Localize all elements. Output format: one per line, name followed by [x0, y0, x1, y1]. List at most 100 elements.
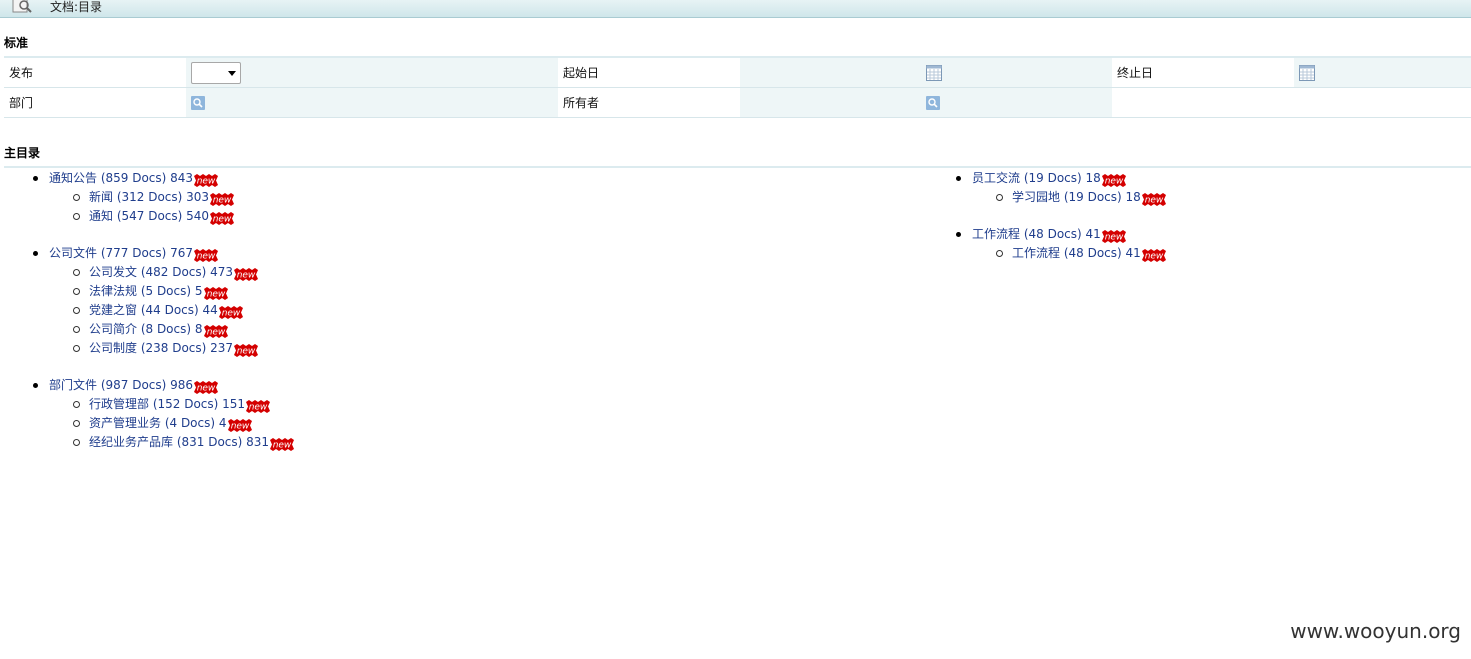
directory-category: 公司文件 (777 Docs) 767 new 公司发文 (482 Docs) 47…: [0, 244, 294, 358]
end-date-cell: [1294, 58, 1471, 88]
publish-select[interactable]: [191, 61, 241, 84]
subcategory-link[interactable]: 公司简介 (8 Docs) 8: [89, 322, 203, 336]
department-label: 部门: [4, 87, 186, 118]
circle-bullet-icon: [996, 250, 1003, 257]
circle-bullet-icon: [73, 401, 80, 408]
circle-bullet-icon: [73, 326, 80, 333]
subcategory-row: 党建之窗 (44 Docs) 44 new: [0, 301, 294, 320]
directory-category: 通知公告 (859 Docs) 843 new 新闻 (312 Docs) 303 n…: [0, 169, 294, 226]
subcategory-row: 公司简介 (8 Docs) 8 new: [0, 320, 294, 339]
new-badge-icon: new: [194, 174, 219, 187]
bullet-icon: [33, 383, 38, 388]
new-badge-text: new: [221, 309, 240, 319]
empty-cell: [1294, 87, 1471, 118]
new-badge-icon: new: [1101, 174, 1126, 187]
search-icon[interactable]: [926, 95, 940, 110]
start-date-label: 起始日: [558, 58, 740, 88]
end-date-label: 终止日: [1112, 58, 1294, 88]
subcategory-row: 通知 (547 Docs) 540 new: [0, 207, 294, 226]
window-titlebar: 文档:目录: [0, 0, 1471, 18]
subcategory-row: 经纪业务产品库 (831 Docs) 831 new: [0, 433, 295, 452]
category-link[interactable]: 部门文件 (987 Docs) 986: [49, 378, 193, 392]
new-badge-text: new: [249, 403, 268, 413]
subcategory-link[interactable]: 经纪业务产品库 (831 Docs) 831: [89, 435, 269, 449]
new-badge-icon: new: [1141, 193, 1166, 206]
directory-list-right: 员工交流 (19 Docs) 18 new 学习园地 (19 Docs) 18 new…: [923, 169, 1166, 281]
subcategory-row: 公司发文 (482 Docs) 473 new: [0, 263, 294, 282]
subcategory-row: 公司制度 (238 Docs) 237 new: [0, 339, 294, 358]
new-badge-text: new: [237, 347, 256, 357]
category-link[interactable]: 工作流程 (48 Docs) 41: [972, 227, 1101, 241]
category-link[interactable]: 通知公告 (859 Docs) 843: [49, 171, 193, 185]
circle-bullet-icon: [73, 420, 80, 427]
new-badge-text: new: [273, 441, 292, 451]
publish-label: 发布: [4, 58, 186, 88]
subcategory-row: 行政管理部 (152 Docs) 151 new: [0, 395, 294, 414]
circle-bullet-icon: [73, 439, 80, 446]
new-badge-text: new: [206, 328, 225, 338]
calendar-icon[interactable]: [926, 64, 942, 81]
window-title: 文档:目录: [50, 0, 103, 14]
new-badge-text: new: [213, 215, 232, 225]
subcategory-link[interactable]: 公司发文 (482 Docs) 473: [89, 265, 233, 279]
subcategory-link[interactable]: 新闻 (312 Docs) 303: [89, 190, 209, 204]
subcategory-link[interactable]: 资产管理业务 (4 Docs) 4: [89, 416, 227, 430]
bullet-icon: [33, 251, 38, 256]
owner-label: 所有者: [558, 87, 740, 118]
circle-bullet-icon: [73, 269, 80, 276]
calendar-icon[interactable]: [1299, 64, 1315, 81]
subcategory-row: 工作流程 (48 Docs) 41 new: [923, 244, 1166, 263]
subcategory-link[interactable]: 学习园地 (19 Docs) 18: [1012, 190, 1141, 204]
directory-category: 工作流程 (48 Docs) 41 new 工作流程 (48 Docs) 41 new: [923, 225, 1166, 263]
new-badge-text: new: [1144, 252, 1163, 262]
new-badge-icon: new: [210, 212, 235, 225]
directory-list-left: 通知公告 (859 Docs) 843 new 新闻 (312 Docs) 303 n…: [0, 169, 295, 470]
new-badge-icon: new: [234, 268, 259, 281]
directory-category: 员工交流 (19 Docs) 18 new 学习园地 (19 Docs) 18 new: [923, 169, 1166, 207]
category-link[interactable]: 公司文件 (777 Docs) 767: [49, 246, 193, 260]
subcategory-link[interactable]: 法律法规 (5 Docs) 5: [89, 284, 203, 298]
bullet-icon: [956, 232, 961, 237]
circle-bullet-icon: [73, 288, 80, 295]
category-link[interactable]: 员工交流 (19 Docs) 18: [972, 171, 1101, 185]
new-badge-icon: new: [227, 419, 252, 432]
empty-cell: [1112, 87, 1294, 118]
category-row: 工作流程 (48 Docs) 41 new: [923, 225, 1166, 244]
subcategory-link[interactable]: 通知 (547 Docs) 540: [89, 209, 209, 223]
subcategory-link[interactable]: 行政管理部 (152 Docs) 151: [89, 397, 245, 411]
owner-cell: [740, 87, 1112, 118]
circle-bullet-icon: [996, 194, 1003, 201]
new-badge-icon: new: [1141, 249, 1166, 262]
subcategory-link[interactable]: 党建之窗 (44 Docs) 44: [89, 303, 218, 317]
bullet-icon: [956, 176, 961, 181]
start-date-cell: [740, 58, 1112, 88]
new-badge-text: new: [213, 196, 232, 206]
dropdown-arrow-icon: [228, 70, 236, 76]
subcategory-row: 新闻 (312 Docs) 303 new: [0, 188, 294, 207]
circle-bullet-icon: [73, 213, 80, 220]
watermark: www.wooyun.org: [1290, 619, 1461, 643]
circle-bullet-icon: [73, 194, 80, 201]
new-badge-icon: new: [1101, 230, 1126, 243]
new-badge-icon: new: [194, 381, 219, 394]
new-badge-text: new: [197, 252, 216, 262]
new-badge-icon: new: [218, 306, 243, 319]
new-badge-text: new: [1144, 196, 1163, 206]
new-badge-icon: new: [203, 287, 228, 300]
new-badge-icon: new: [234, 344, 259, 357]
new-badge-icon: new: [210, 193, 235, 206]
subcategory-link[interactable]: 公司制度 (238 Docs) 237: [89, 341, 233, 355]
subcategory-row: 学习园地 (19 Docs) 18 new: [923, 188, 1166, 207]
new-badge-icon: new: [194, 249, 219, 262]
new-badge-text: new: [1104, 177, 1123, 187]
subcategory-link[interactable]: 工作流程 (48 Docs) 41: [1012, 246, 1141, 260]
filter-row-1: 发布 起始日 终止日: [4, 58, 1471, 88]
publish-cell: [186, 58, 558, 88]
circle-bullet-icon: [73, 345, 80, 352]
new-badge-text: new: [197, 384, 216, 394]
department-cell: [186, 87, 558, 118]
category-row: 部门文件 (987 Docs) 986 new: [0, 376, 294, 395]
new-badge-icon: new: [203, 325, 228, 338]
search-icon[interactable]: [191, 95, 205, 110]
filter-table: 发布 起始日 终止日 部门 所有者: [4, 58, 1471, 118]
